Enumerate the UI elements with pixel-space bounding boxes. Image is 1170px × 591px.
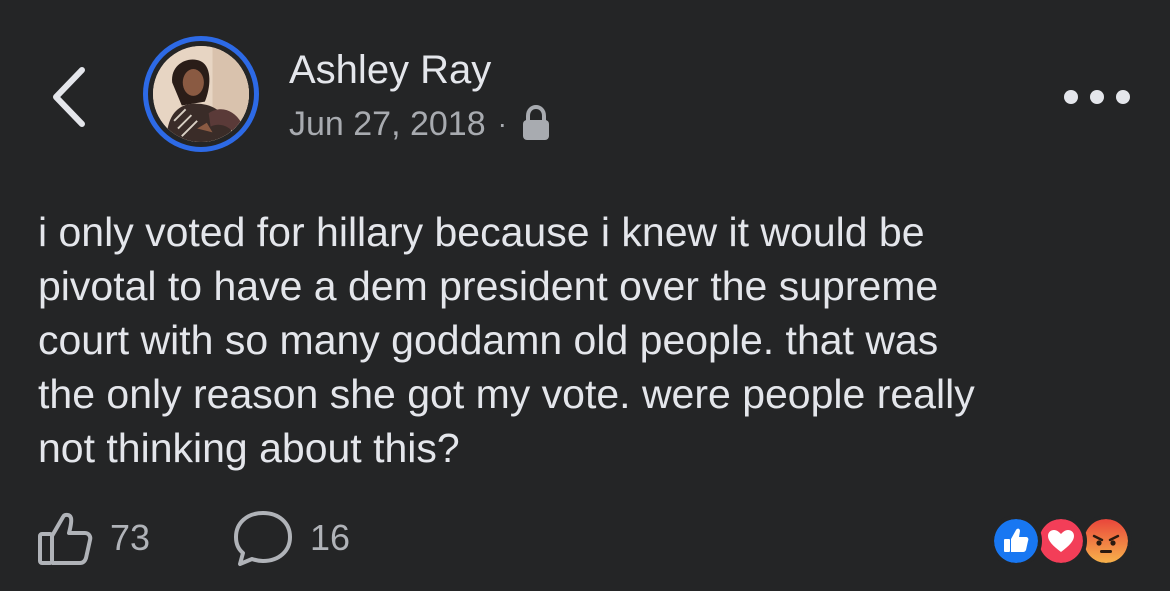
lock-icon[interactable] (521, 104, 551, 143)
avatar-image (153, 46, 249, 142)
chevron-left-icon (53, 67, 85, 127)
author-name[interactable]: Ashley Ray (289, 48, 491, 93)
like-button[interactable]: 73 (36, 508, 150, 568)
comment-button[interactable]: 16 (232, 508, 350, 568)
back-button[interactable] (44, 62, 100, 132)
more-dot-icon (1116, 90, 1130, 104)
post-text-line: court with so many goddamn old people. t… (38, 317, 939, 363)
thumbs-up-icon (38, 512, 93, 565)
post-text-line: the only reason she got my vote. were pe… (38, 371, 975, 417)
post-date[interactable]: Jun 27, 2018 (289, 105, 486, 144)
post-text-line: i only voted for hillary because i knew … (38, 209, 925, 255)
post-text-line: not thinking about this? (38, 425, 460, 471)
reaction-summary[interactable] (990, 515, 1136, 567)
like-count: 73 (110, 517, 151, 558)
meta-separator: · (497, 108, 507, 139)
more-dot-icon (1064, 90, 1078, 104)
post-text: i only voted for hillary because i knew … (38, 205, 1148, 475)
like-reaction-icon (990, 515, 1042, 567)
more-options-button[interactable] (1064, 82, 1130, 112)
comment-bubble-icon (234, 511, 292, 566)
post-meta: Jun 27, 2018 · (289, 104, 551, 144)
comment-count: 16 (310, 517, 351, 558)
love-reaction-icon (1035, 515, 1087, 567)
angry-reaction-icon (1080, 515, 1132, 567)
profile-avatar[interactable] (143, 36, 259, 152)
post-text-line: pivotal to have a dem president over the… (38, 263, 939, 309)
more-dot-icon (1090, 90, 1104, 104)
